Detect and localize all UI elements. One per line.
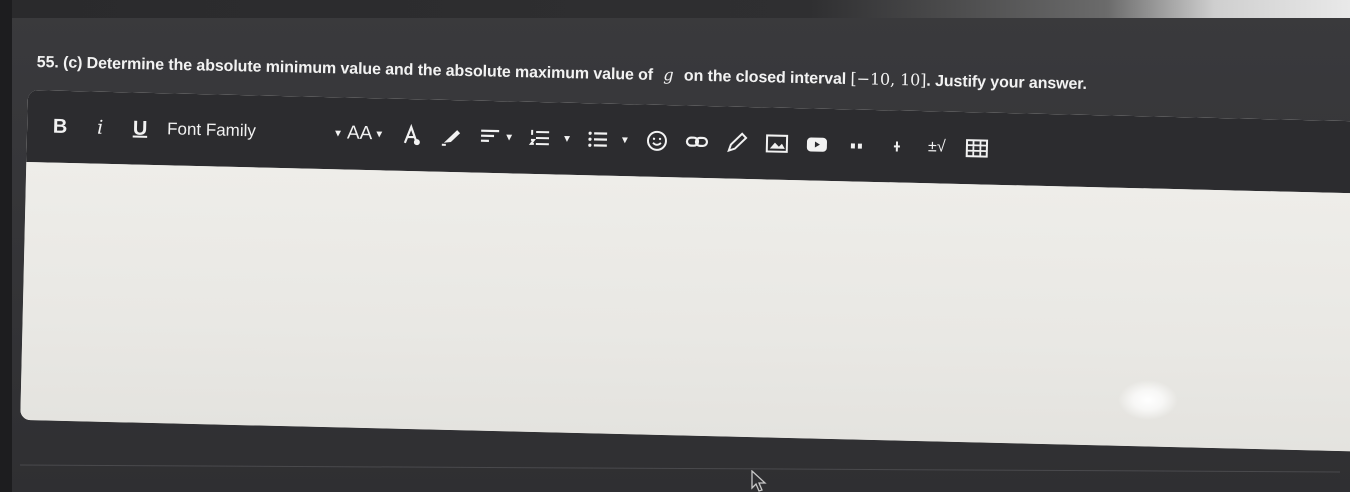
font-color-icon [404, 123, 421, 146]
top-strip [0, 0, 1350, 18]
draw-button[interactable] [723, 127, 750, 158]
chevron-down-icon: ▼ [619, 134, 631, 146]
link-icon [685, 136, 708, 148]
font-family-label: Font Family [166, 119, 257, 141]
interval: [−10, 10] [850, 69, 927, 90]
italic-button[interactable]: i [87, 112, 114, 143]
table-icon [965, 139, 988, 158]
special-char-icon [893, 141, 900, 152]
chevron-down-icon: ▼ [374, 128, 385, 140]
chevron-down-icon: ▼ [561, 133, 573, 145]
table-button[interactable] [963, 133, 990, 164]
math-button[interactable]: ±√ [923, 132, 950, 163]
ordered-list-dropdown[interactable]: ▼ [528, 123, 573, 154]
draw-icon [727, 132, 748, 153]
question-prompt: 55. (c) Determine the absolute minimum v… [37, 52, 1137, 95]
quote-button[interactable] [843, 130, 870, 161]
question-middle: on the closed interval [683, 67, 847, 88]
question-prefix: 55. (c) Determine the absolute minimum v… [36, 53, 654, 84]
ordered-list-icon [528, 129, 550, 146]
special-char-button[interactable] [883, 131, 910, 162]
divider [20, 464, 1340, 473]
highlighter-icon [441, 130, 461, 146]
bullet-list-icon [588, 131, 608, 147]
underline-button[interactable]: U [127, 113, 154, 144]
image-icon [765, 134, 789, 153]
align-icon [481, 129, 500, 142]
link-button[interactable] [684, 126, 711, 157]
align-dropdown[interactable]: ▼ [478, 122, 515, 153]
font-family-dropdown[interactable]: Font Family [167, 114, 318, 148]
chevron-down-icon: ▼ [332, 127, 344, 139]
font-size-dropdown[interactable]: ▼ AA ▼ [331, 118, 385, 149]
function-variable: g [663, 65, 674, 85]
font-color-button[interactable] [398, 120, 425, 151]
left-edge [0, 0, 12, 492]
video-icon [806, 137, 827, 152]
bullet-list-dropdown[interactable]: ▼ [586, 124, 631, 155]
question-suffix: . Justify your answer. [926, 72, 1088, 93]
emoji-icon [646, 130, 667, 151]
chevron-down-icon: ▼ [504, 131, 515, 143]
emoji-button[interactable] [644, 126, 671, 157]
font-size-label: AA [346, 122, 373, 145]
quote-icon [850, 143, 862, 149]
video-button[interactable] [803, 129, 830, 160]
bold-button[interactable]: B [47, 111, 74, 142]
screen-glare [1118, 380, 1178, 420]
image-button[interactable] [763, 128, 790, 159]
mouse-cursor-icon [751, 470, 767, 492]
highlight-button[interactable] [438, 121, 465, 152]
